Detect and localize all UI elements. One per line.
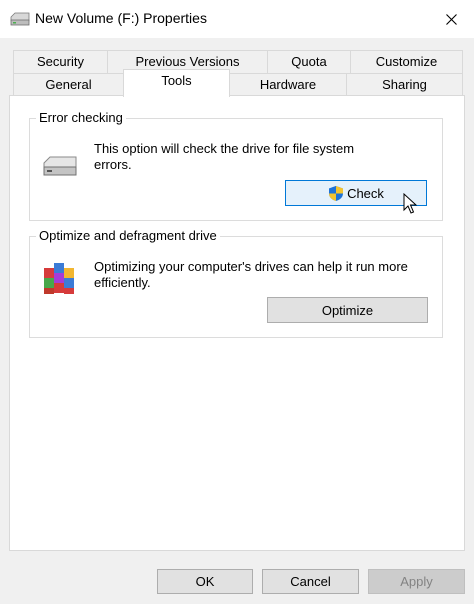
tab-general[interactable]: General <box>13 73 124 96</box>
tools-tab-panel: Error checking This option will check th… <box>9 95 465 551</box>
apply-button[interactable]: Apply <box>368 569 465 594</box>
optimize-button[interactable]: Optimize <box>267 297 428 323</box>
optimize-group: Optimize and defragment drive Optimizing… <box>29 228 443 338</box>
mouse-cursor-icon <box>403 193 418 214</box>
apply-button-label: Apply <box>400 574 433 589</box>
close-button[interactable] <box>428 0 474 38</box>
tab-quota[interactable]: Quota <box>267 50 351 73</box>
tab-tools[interactable]: Tools <box>123 69 230 97</box>
defrag-icon <box>44 263 74 294</box>
tab-hardware[interactable]: Hardware <box>229 73 347 96</box>
optimize-label: Optimize and defragment drive <box>36 228 220 243</box>
check-button-label: Check <box>347 185 384 201</box>
ok-button[interactable]: OK <box>157 569 253 594</box>
close-icon <box>445 13 457 25</box>
title-bar: New Volume (F:) Properties <box>0 0 474 38</box>
error-checking-description: This option will check the drive for fil… <box>94 141 355 172</box>
error-checking-label: Error checking <box>36 110 126 125</box>
tab-customize[interactable]: Customize <box>350 50 463 73</box>
error-checking-group: Error checking This option will check th… <box>29 110 443 221</box>
window-title: New Volume (F:) Properties <box>35 10 207 26</box>
optimize-description: Optimizing your computer's drives can he… <box>94 259 408 290</box>
ok-button-label: OK <box>195 574 215 589</box>
cancel-button-label: Cancel <box>290 574 331 589</box>
cancel-button[interactable]: Cancel <box>262 569 359 594</box>
drive-icon <box>10 12 30 26</box>
tab-security[interactable]: Security <box>13 50 108 73</box>
drive-icon <box>43 156 77 176</box>
optimize-button-label: Optimize <box>321 302 374 318</box>
uac-shield-icon <box>329 185 344 201</box>
tab-sharing[interactable]: Sharing <box>346 73 463 96</box>
